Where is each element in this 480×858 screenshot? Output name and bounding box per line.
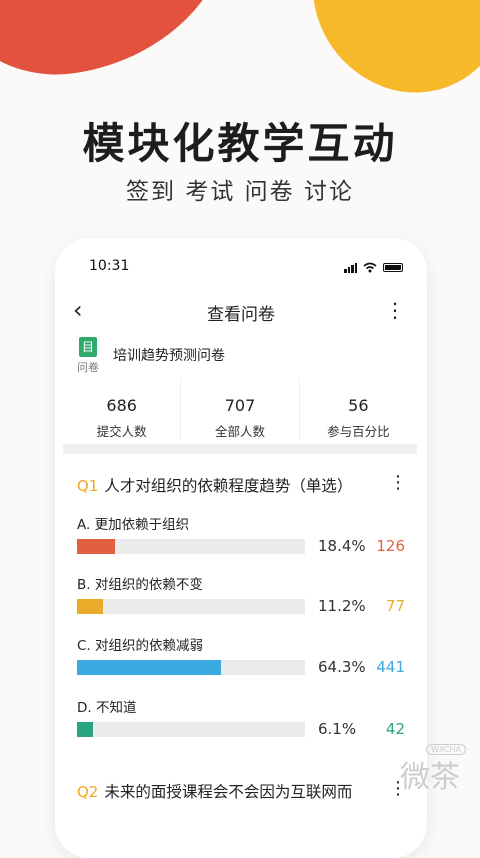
decor-red-blob	[0, 0, 252, 90]
stat-submitted: 686 提交人数	[63, 378, 182, 440]
option-a: A. 更加依赖于组织 18.4% 126	[77, 513, 407, 569]
option-count: 77	[385, 597, 405, 615]
stat-label: 全部人数	[214, 424, 265, 439]
more-icon[interactable]: ⋮	[389, 472, 407, 493]
stat-label: 参与百分比	[327, 424, 390, 439]
question-header-q2: Q2 未来的面授课程会不会因为互联网而 ⋮	[77, 778, 407, 802]
option-count: 126	[376, 537, 405, 555]
stat-number: 686	[106, 396, 137, 415]
option-percent: 11.2%	[318, 597, 366, 615]
option-count: 42	[385, 720, 405, 738]
option-count: 441	[376, 658, 405, 676]
wifi-icon	[363, 262, 377, 273]
headline: 模块化教学互动	[82, 119, 398, 168]
nav-bar: ‹ 查看问卷 ⋮	[55, 294, 427, 330]
question-title: 人才对组织的依赖程度趋势（单选）	[104, 477, 353, 495]
question-title: 未来的面授课程会不会因为互联网而	[104, 783, 353, 801]
survey-icon: 目	[79, 337, 97, 357]
page-title: 查看问卷	[207, 305, 275, 325]
survey-header: 目 问卷 培训趋势预测问卷	[77, 337, 407, 379]
subhead: 签到 考试 问卷 讨论	[126, 179, 354, 205]
stat-total: 707 全部人数	[181, 378, 300, 440]
option-label: C. 对组织的依赖减弱	[77, 638, 204, 654]
status-time: 10:31	[89, 258, 130, 274]
section-divider	[63, 444, 417, 454]
progress-fill	[77, 599, 104, 614]
option-label: A. 更加依赖于组织	[77, 517, 190, 533]
status-bar: 10:31	[55, 238, 427, 294]
option-label: B. 对组织的依赖不变	[77, 577, 203, 593]
progress-track	[77, 599, 305, 614]
watermark-small: WXCHA	[426, 744, 466, 755]
stat-percent: 56 参与百分比	[300, 378, 417, 440]
stat-label: 提交人数	[96, 424, 147, 439]
progress-track	[77, 660, 305, 675]
progress-track	[77, 539, 305, 554]
watermark-text: 微茶	[400, 760, 460, 795]
more-icon[interactable]: ⋮	[385, 298, 405, 322]
battery-icon	[383, 263, 403, 272]
option-percent: 6.1%	[318, 720, 357, 738]
stat-number: 707	[224, 396, 256, 415]
option-label: D. 不知道	[77, 700, 137, 716]
progress-fill	[77, 660, 221, 675]
survey-name: 培训趋势预测问卷	[113, 348, 225, 364]
progress-fill	[77, 539, 116, 554]
option-c: C. 对组织的依赖减弱 64.3% 441	[77, 634, 407, 690]
question-number: Q1	[77, 477, 99, 495]
option-b: B. 对组织的依赖不变 11.2% 77	[77, 573, 407, 629]
progress-track	[77, 722, 305, 737]
option-percent: 64.3%	[318, 658, 366, 676]
option-percent: 18.4%	[318, 537, 366, 555]
stat-number: 56	[348, 396, 369, 415]
option-d: D. 不知道 6.1% 42	[77, 696, 407, 752]
question-header-q1: Q1 人才对组织的依赖程度趋势（单选） ⋮	[77, 472, 407, 496]
decor-yellow-blob	[281, 0, 480, 119]
progress-fill	[77, 722, 93, 737]
signal-icon	[344, 262, 357, 273]
phone-mockup: 10:31 ‹ 查看问卷 ⋮ 目 问卷 培训趋势预测问卷 686 提交人数 70…	[55, 238, 427, 858]
question-number: Q2	[77, 783, 99, 801]
survey-type-tag: 问卷	[77, 361, 99, 374]
watermark: 微茶 WXCHA	[400, 744, 466, 796]
stats-row: 686 提交人数 707 全部人数 56 参与百分比	[63, 378, 417, 440]
